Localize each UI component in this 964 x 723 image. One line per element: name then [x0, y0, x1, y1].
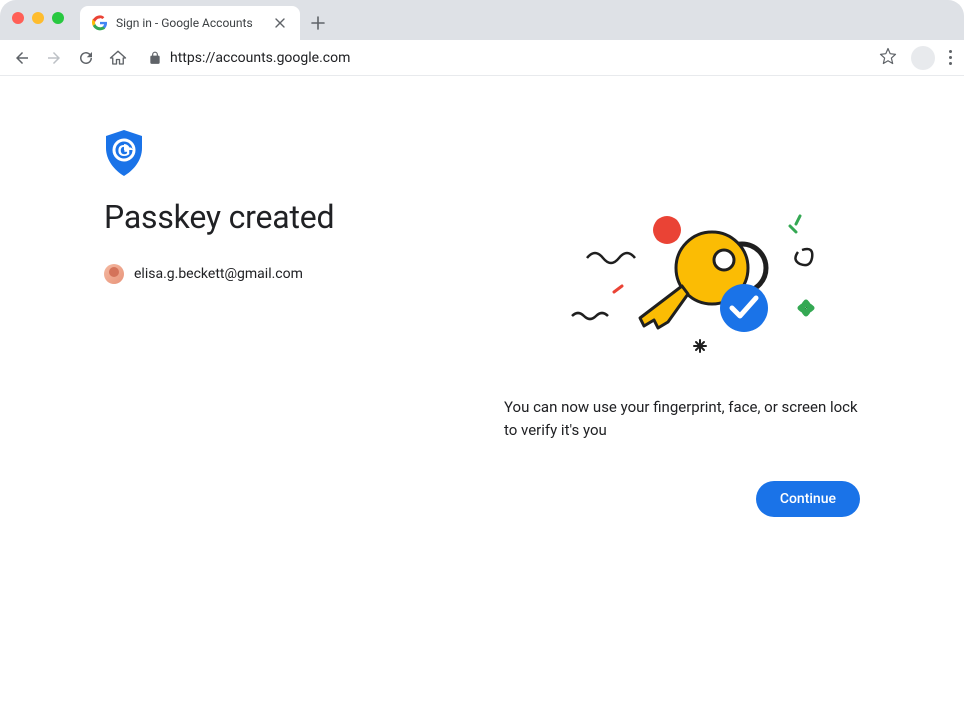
bookmark-star-icon[interactable] — [879, 47, 897, 69]
reload-button[interactable] — [76, 48, 96, 68]
minimize-window-button[interactable] — [32, 12, 44, 24]
browser-toolbar: https://accounts.google.com — [0, 40, 964, 76]
forward-button[interactable] — [44, 48, 64, 68]
close-window-button[interactable] — [12, 12, 24, 24]
google-favicon-icon — [92, 15, 108, 31]
account-avatar-icon — [104, 264, 124, 284]
new-tab-button[interactable] — [304, 9, 332, 37]
account-email: elisa.g.beckett@gmail.com — [134, 266, 303, 282]
close-tab-icon[interactable] — [272, 15, 288, 31]
passkey-illustration — [532, 208, 832, 368]
svg-text:G: G — [118, 143, 130, 160]
browser-tab[interactable]: Sign in - Google Accounts — [80, 6, 300, 40]
account-chip[interactable]: elisa.g.beckett@gmail.com — [104, 264, 464, 284]
button-row: Continue — [504, 481, 860, 517]
profile-avatar[interactable] — [911, 46, 935, 70]
browser-menu-icon[interactable] — [949, 50, 952, 65]
maximize-window-button[interactable] — [52, 12, 64, 24]
tab-title: Sign in - Google Accounts — [116, 16, 264, 30]
address-bar[interactable]: https://accounts.google.com — [140, 50, 867, 66]
browser-tab-strip: Sign in - Google Accounts — [0, 0, 964, 40]
left-column: G Passkey created elisa.g.beckett@gmail.… — [104, 130, 464, 517]
url-text: https://accounts.google.com — [170, 50, 350, 66]
continue-button[interactable]: Continue — [756, 481, 860, 517]
lock-icon — [148, 51, 162, 65]
window-controls — [12, 12, 64, 24]
right-column: You can now use your fingerprint, face, … — [504, 130, 860, 517]
back-button[interactable] — [12, 48, 32, 68]
page-title: Passkey created — [104, 198, 464, 236]
home-button[interactable] — [108, 48, 128, 68]
google-shield-icon: G — [104, 130, 144, 176]
page-content: G Passkey created elisa.g.beckett@gmail.… — [0, 76, 964, 517]
description-text: You can now use your fingerprint, face, … — [504, 396, 860, 441]
